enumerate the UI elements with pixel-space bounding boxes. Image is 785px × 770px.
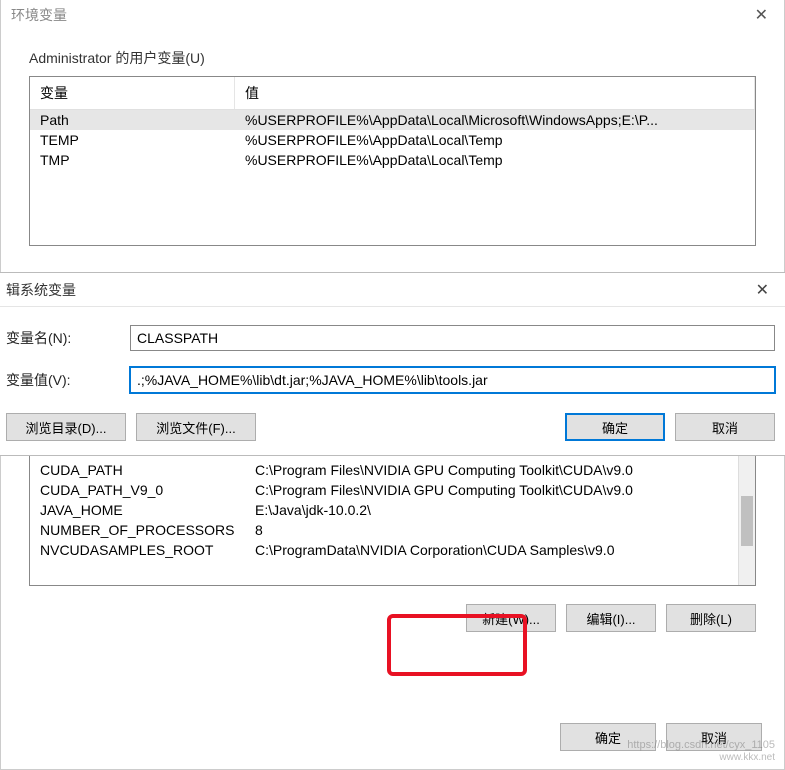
cell-val: C:\Program Files\NVIDIA GPU Computing To… <box>245 460 755 480</box>
dialog-title: 环境变量 <box>11 5 67 25</box>
table-row[interactable]: Path%USERPROFILE%\AppData\Local\Microsof… <box>30 110 755 130</box>
titlebar: 环境变量 ✕ <box>1 0 784 30</box>
user-vars-list[interactable]: 变量 值 Path%USERPROFILE%\AppData\Local\Mic… <box>29 76 756 246</box>
cell-var: TEMP <box>30 130 235 150</box>
system-buttons-row: 新建(W)... 编辑(I)... 删除(L) <box>29 604 756 632</box>
header-value[interactable]: 值 <box>235 77 755 109</box>
close-icon[interactable]: ✕ <box>750 280 775 300</box>
new-button[interactable]: 新建(W)... <box>466 604 556 632</box>
edit-system-var-dialog: 辑系统变量 ✕ 变量名(N): 变量值(V): 浏览目录(D)... 浏览文件(… <box>0 272 785 456</box>
cell-val: %USERPROFILE%\AppData\Local\Microsoft\Wi… <box>235 110 755 130</box>
table-row[interactable]: TEMP%USERPROFILE%\AppData\Local\Temp <box>30 130 755 150</box>
cell-var: NUMBER_OF_PROCESSORS <box>30 520 245 540</box>
var-value-input[interactable] <box>130 367 775 393</box>
cell-var: TMP <box>30 150 235 170</box>
table-row[interactable]: CUDA_PATH_V9_0C:\Program Files\NVIDIA GP… <box>30 480 755 500</box>
edit-dialog-title: 辑系统变量 <box>6 280 76 300</box>
var-value-row: 变量值(V): <box>6 367 775 393</box>
edit-dialog-titlebar: 辑系统变量 ✕ <box>0 273 785 307</box>
var-name-label: 变量名(N): <box>6 328 130 348</box>
browse-dir-button[interactable]: 浏览目录(D)... <box>6 413 126 441</box>
cell-var: CUDA_PATH_V9_0 <box>30 480 245 500</box>
cell-val: C:\Program Files\NVIDIA GPU Computing To… <box>245 480 755 500</box>
user-vars-label: Administrator 的用户变量(U) <box>29 48 784 68</box>
cell-var: CUDA_PATH <box>30 460 245 480</box>
cell-var: NVCUDASAMPLES_ROOT <box>30 540 245 560</box>
list-header: 变量 值 <box>30 77 755 110</box>
cell-var: JAVA_HOME <box>30 500 245 520</box>
ok-button[interactable]: 确定 <box>560 723 656 751</box>
delete-button[interactable]: 删除(L) <box>666 604 756 632</box>
var-name-input[interactable] <box>130 325 775 351</box>
edit-dialog-buttons: 浏览目录(D)... 浏览文件(F)... 确定 取消 <box>0 409 785 441</box>
scrollbar-thumb[interactable] <box>741 496 753 546</box>
system-vars-list[interactable]: CUDA_PATHC:\Program Files\NVIDIA GPU Com… <box>29 456 756 586</box>
dialog-buttons: 确定 取消 <box>560 723 762 751</box>
header-variable[interactable]: 变量 <box>30 77 235 109</box>
cell-val: %USERPROFILE%\AppData\Local\Temp <box>235 150 755 170</box>
scrollbar[interactable] <box>738 456 755 585</box>
edit-cancel-button[interactable]: 取消 <box>675 413 775 441</box>
cell-val: C:\ProgramData\NVIDIA Corporation\CUDA S… <box>245 540 755 560</box>
cell-val: %USERPROFILE%\AppData\Local\Temp <box>235 130 755 150</box>
table-row[interactable]: CUDA_PATHC:\Program Files\NVIDIA GPU Com… <box>30 460 755 480</box>
table-row[interactable]: NVCUDASAMPLES_ROOTC:\ProgramData\NVIDIA … <box>30 540 755 560</box>
close-icon[interactable]: ✕ <box>749 5 774 25</box>
cell-val: E:\Java\jdk-10.0.2\ <box>245 500 755 520</box>
table-row[interactable]: JAVA_HOMEE:\Java\jdk-10.0.2\ <box>30 500 755 520</box>
cell-var: Path <box>30 110 235 130</box>
browse-file-button[interactable]: 浏览文件(F)... <box>136 413 256 441</box>
edit-ok-button[interactable]: 确定 <box>565 413 665 441</box>
table-row[interactable]: NUMBER_OF_PROCESSORS8 <box>30 520 755 540</box>
cell-val: 8 <box>245 520 755 540</box>
edit-button[interactable]: 编辑(I)... <box>566 604 656 632</box>
var-name-row: 变量名(N): <box>6 325 775 351</box>
cancel-button[interactable]: 取消 <box>666 723 762 751</box>
var-value-label: 变量值(V): <box>6 370 130 390</box>
table-row[interactable]: TMP%USERPROFILE%\AppData\Local\Temp <box>30 150 755 170</box>
